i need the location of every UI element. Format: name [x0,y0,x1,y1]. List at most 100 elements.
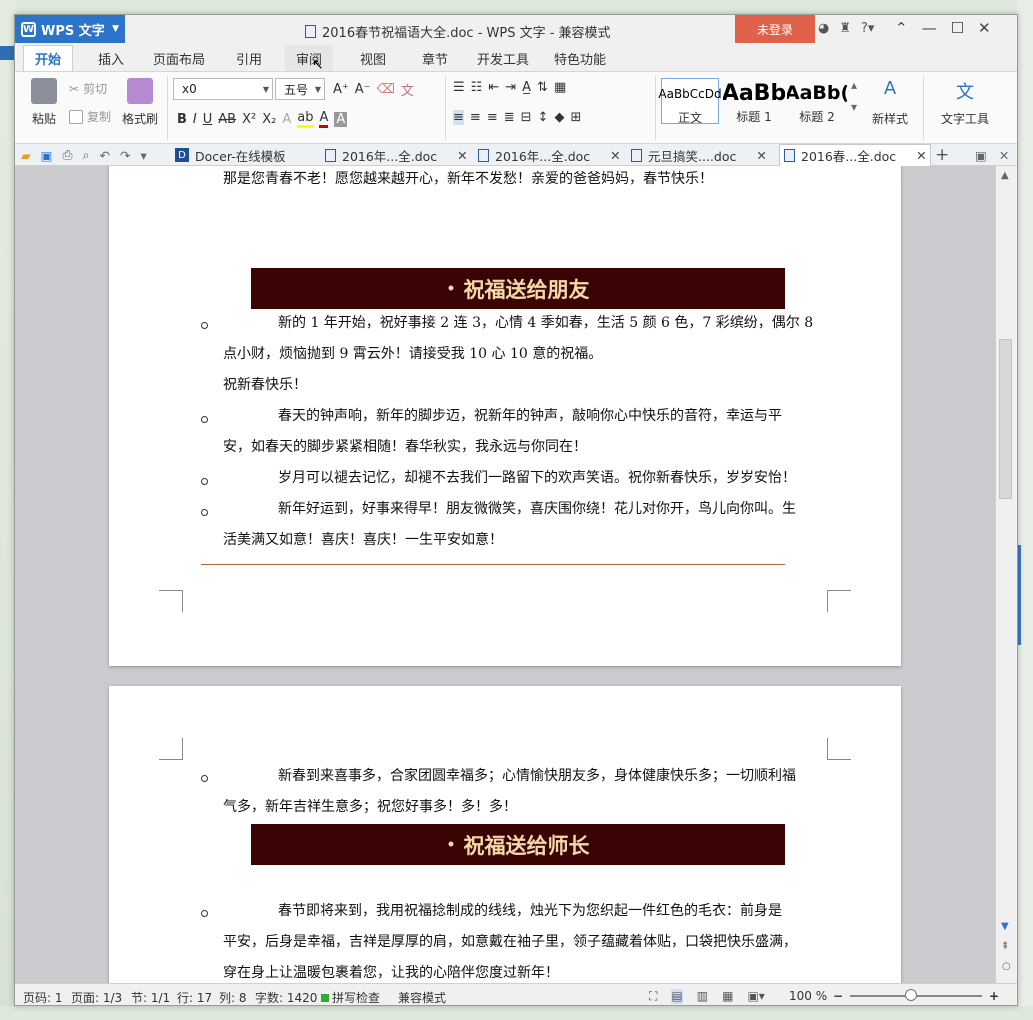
skin-icon[interactable]: ◕ [818,21,829,36]
status-section: 节: 1/1 [131,991,171,1005]
doc-tab-1[interactable]: 2016年...全.doc ✕ [325,144,475,166]
spell-check-button[interactable]: 拼写检查 [321,989,380,1005]
style-heading1[interactable]: AaBb 标题 1 [723,78,785,125]
italic-icon[interactable]: I [193,112,197,127]
collapse-ribbon-icon[interactable]: ⌃ [895,19,908,37]
phonetic-icon[interactable]: 文 [401,80,414,99]
prev-page-icon[interactable]: ⇞ [1001,941,1009,952]
scroll-top-icon[interactable]: ▲ [1001,170,1009,181]
zoom-in-button[interactable]: + [989,989,999,1003]
browse-object-icon[interactable]: ○ [1002,961,1011,972]
grow-font-icon[interactable]: A⁺ [333,82,349,97]
app-menu-button[interactable]: W WPS 文字 ▼ [15,15,125,43]
style-normal[interactable]: AaBbCcDd 正文 [658,78,722,125]
style-heading2[interactable]: AaBb( 标题 2 [787,78,847,124]
highlight-icon[interactable]: ab [297,110,314,128]
increase-indent-icon[interactable]: ⇥ [505,80,516,95]
open-icon[interactable]: ▰ [21,148,31,163]
window-title: 2016春节祝福语大全.doc - WPS 文字 - 兼容模式 [305,22,611,41]
undo-icon[interactable]: ↶ [99,148,109,163]
document-tabs: ▰ ▣ ⎙ ⌕ ↶ ↷ ▾ D Docer-在线模板 2016年...全.doc… [15,144,1017,166]
paste-button[interactable]: 粘贴 [23,78,65,127]
shading-icon[interactable]: ◆ [554,110,564,125]
table-icon[interactable]: ▦ [554,80,566,95]
tab-developer[interactable]: 开发工具 [473,45,533,71]
line-spacing-icon[interactable]: ↕ [538,110,549,125]
doc-line: 安，如春天的脚步紧紧相随！春华秋实，我永远与你同在！ [223,439,587,455]
decrease-indent-icon[interactable]: ⇤ [488,80,499,95]
customize-toolbar-icon[interactable]: ▾ [140,148,146,163]
new-tab-button[interactable]: + [935,144,949,166]
scroll-thumb[interactable] [999,339,1012,499]
shirt-icon[interactable]: ♜ [839,21,851,36]
status-word-count[interactable]: 字数: 1420 [255,989,317,1005]
tab-references[interactable]: 引用 [225,45,273,71]
zoom-out-button[interactable]: − [833,989,843,1003]
align-left-icon[interactable]: ≡ [453,110,464,125]
minimize-icon[interactable]: — [922,19,937,37]
tab-page-layout[interactable]: 页面布局 [147,45,211,71]
save-icon[interactable]: ▣ [41,148,53,163]
text-effect-icon[interactable]: A [282,112,291,127]
fullscreen-view-icon[interactable]: ⛶ [649,989,657,1004]
font-name-select[interactable]: x0 ▼ [173,78,273,100]
redo-icon[interactable]: ↷ [120,148,130,163]
close-icon[interactable]: ✕ [610,148,620,163]
char-shading-icon[interactable]: A [334,111,348,127]
reading-view-icon[interactable]: ▣▾ [747,989,764,1004]
doc-tab-docer[interactable]: D Docer-在线模板 [171,144,321,166]
doc-tab-3[interactable]: 元旦搞笑....doc ✕ [631,144,783,166]
subscript-icon[interactable]: X₂ [262,112,276,127]
tab-features[interactable]: 特色功能 [549,45,611,71]
bold-icon[interactable]: B [177,112,187,127]
cut-button[interactable]: ✂ 剪切 [69,80,107,97]
new-style-button[interactable]: A 新样式 [863,78,917,127]
style-scroll[interactable]: ▴ ▾ [851,78,857,114]
numbered-list-icon[interactable]: ☷ [471,80,483,95]
help-icon[interactable]: ?▾ [861,21,874,36]
zoom-slider-handle[interactable] [905,989,917,1001]
font-color-icon[interactable]: A [319,110,329,128]
tab-home[interactable]: 开始 [23,45,73,71]
bullet-list-icon[interactable]: ☰ [453,80,465,95]
format-painter-button[interactable]: 格式刷 [117,78,163,127]
maximize-icon[interactable]: ☐ [951,19,964,37]
vertical-scrollbar[interactable]: ▲ ▼ ⇞ ○ [995,166,1017,983]
zoom-level[interactable]: 100 % [789,989,827,1003]
close-icon[interactable]: ✕ [756,148,766,163]
web-view-icon[interactable]: ▦ [722,989,733,1004]
sort-icon[interactable]: ⇅ [537,80,548,95]
close-icon[interactable]: ✕ [916,148,926,163]
close-all-icon[interactable]: ✕ [999,148,1009,163]
underline-icon[interactable]: U [203,112,213,127]
doc-tab-active[interactable]: 2016春...全.doc ✕ [779,144,931,166]
align-right-icon[interactable]: ≡ [487,110,498,125]
page-view-icon[interactable]: ▤ [671,989,683,1004]
document-workspace[interactable]: 那是您青春不老！愿您越来越开心，新年不发愁！亲爱的爸爸妈妈，春节快乐！ • 祝福送… [15,166,995,983]
text-tools-button[interactable]: 文 文字工具 [933,78,997,127]
scroll-down-icon[interactable]: ▼ [1001,921,1009,932]
print-icon[interactable]: ⎙ [62,147,72,163]
close-icon[interactable]: ✕ [457,148,467,163]
close-icon[interactable]: ✕ [978,19,991,37]
shrink-font-icon[interactable]: A⁻ [355,82,371,97]
distribute-icon[interactable]: ⊟ [521,110,532,125]
border-icon[interactable]: ⊞ [570,110,581,125]
copy-button[interactable]: 复制 [69,108,111,125]
chinese-layout-icon[interactable]: A̲ [522,80,531,95]
print-preview-icon[interactable]: ⌕ [82,147,89,163]
tab-chapter[interactable]: 章节 [411,45,459,71]
tab-insert[interactable]: 插入 [87,45,135,71]
clear-format-icon[interactable]: ⌫ [377,82,395,97]
align-center-icon[interactable]: ≡ [470,110,481,125]
window-list-icon[interactable]: ▣ [975,148,987,163]
doc-tab-2[interactable]: 2016年...全.doc ✕ [478,144,628,166]
superscript-icon[interactable]: X² [242,112,256,127]
outline-view-icon[interactable]: ▥ [697,989,708,1004]
tab-view[interactable]: 视图 [349,45,397,71]
strikethrough-icon[interactable]: AB [218,112,236,127]
font-size-select[interactable]: 五号 ▼ [275,78,325,100]
justify-icon[interactable]: ≣ [504,110,515,125]
login-button[interactable]: 未登录 [735,15,815,43]
tab-review[interactable]: 审阅 [285,45,333,71]
